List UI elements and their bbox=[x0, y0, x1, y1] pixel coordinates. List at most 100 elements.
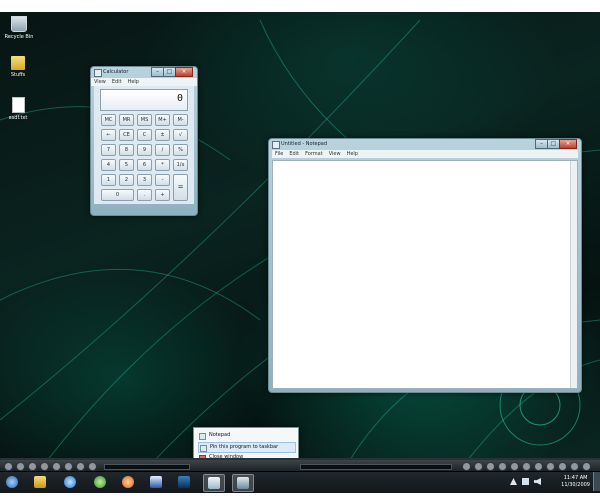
volume-track[interactable] bbox=[300, 464, 452, 470]
key-m-minus[interactable]: M- bbox=[173, 114, 188, 126]
desktop-icon-stuffs[interactable]: Stuffs bbox=[1, 56, 35, 78]
media-button-icon[interactable] bbox=[534, 462, 543, 471]
text-file-icon bbox=[11, 97, 25, 113]
key-sqrt[interactable]: √ bbox=[173, 129, 188, 141]
desktop-icon-label: asdf.txt bbox=[8, 115, 28, 121]
show-desktop-button[interactable] bbox=[593, 472, 600, 491]
calculator-title: Calculator bbox=[103, 69, 129, 75]
key-m-plus[interactable]: M+ bbox=[155, 114, 170, 126]
close-button[interactable]: × bbox=[559, 139, 577, 149]
media-button-icon[interactable] bbox=[76, 462, 85, 471]
media-button-icon[interactable] bbox=[52, 462, 61, 471]
menu-file[interactable]: File bbox=[275, 150, 283, 158]
key-backspace[interactable]: ← bbox=[101, 129, 116, 141]
key-ce[interactable]: CE bbox=[119, 129, 134, 141]
key-1[interactable]: 1 bbox=[101, 174, 116, 186]
media-button-icon[interactable] bbox=[570, 462, 579, 471]
key-minus[interactable]: - bbox=[155, 174, 170, 186]
media-button-icon[interactable] bbox=[88, 462, 97, 471]
close-button[interactable]: × bbox=[175, 67, 193, 77]
key-negate[interactable]: ± bbox=[155, 129, 170, 141]
key-divide[interactable]: / bbox=[155, 144, 170, 156]
media-button-icon[interactable] bbox=[28, 462, 37, 471]
key-ms[interactable]: MS bbox=[137, 114, 152, 126]
menu-view[interactable]: View bbox=[94, 78, 106, 86]
notepad-window[interactable]: Untitled - Notepad – □ × File Edit Forma… bbox=[268, 138, 582, 393]
start-orb-icon bbox=[6, 476, 18, 488]
media-button-icon[interactable] bbox=[582, 462, 591, 471]
calculator-icon bbox=[94, 69, 102, 77]
key-percent[interactable]: % bbox=[173, 144, 188, 156]
taskbar-word[interactable] bbox=[146, 474, 166, 490]
photoshop-icon bbox=[178, 476, 190, 488]
notepad-icon bbox=[199, 433, 206, 440]
media-button-icon[interactable] bbox=[462, 462, 471, 471]
start-button[interactable] bbox=[2, 474, 22, 490]
key-2[interactable]: 2 bbox=[119, 174, 134, 186]
action-center-icon[interactable] bbox=[510, 478, 517, 485]
key-7[interactable]: 7 bbox=[101, 144, 116, 156]
key-0[interactable]: 0 bbox=[101, 189, 134, 201]
taskbar-internet-explorer[interactable] bbox=[60, 474, 80, 490]
jumplist-item-pin[interactable]: Pin this program to taskbar bbox=[198, 442, 296, 453]
media-button-icon[interactable] bbox=[486, 462, 495, 471]
key-c[interactable]: C bbox=[137, 129, 152, 141]
media-player-icon bbox=[122, 476, 134, 488]
jumplist-item-notepad[interactable]: Notepad bbox=[198, 431, 294, 440]
key-9[interactable]: 9 bbox=[137, 144, 152, 156]
menu-help[interactable]: Help bbox=[128, 78, 139, 86]
key-multiply[interactable]: * bbox=[155, 159, 170, 171]
key-mc[interactable]: MC bbox=[101, 114, 116, 126]
taskbar-calculator[interactable] bbox=[232, 474, 254, 492]
key-4[interactable]: 4 bbox=[101, 159, 116, 171]
key-mr[interactable]: MR bbox=[119, 114, 134, 126]
media-button-icon[interactable] bbox=[522, 462, 531, 471]
key-8[interactable]: 8 bbox=[119, 144, 134, 156]
media-button-icon[interactable] bbox=[474, 462, 483, 471]
taskbar-notepad[interactable] bbox=[203, 474, 225, 492]
desktop-icon-recycle-bin[interactable]: Recycle Bin bbox=[2, 16, 36, 40]
notepad-icon bbox=[272, 141, 280, 149]
notepad-text-area[interactable] bbox=[272, 160, 578, 389]
calculator-titlebar[interactable]: Calculator – □ × bbox=[91, 67, 197, 78]
media-player-strip bbox=[0, 460, 600, 472]
calculator-menubar: View Edit Help bbox=[91, 78, 197, 86]
folder-icon bbox=[11, 56, 25, 70]
network-icon[interactable] bbox=[522, 478, 529, 485]
key-equals[interactable]: = bbox=[173, 174, 188, 201]
menu-edit[interactable]: Edit bbox=[112, 78, 122, 86]
calculator-window[interactable]: Calculator – □ × View Edit Help 0 MC MR … bbox=[90, 66, 198, 216]
key-decimal[interactable]: . bbox=[137, 189, 152, 201]
menu-format[interactable]: Format bbox=[305, 150, 323, 158]
menu-view[interactable]: View bbox=[329, 150, 341, 158]
media-button-icon[interactable] bbox=[558, 462, 567, 471]
media-button-icon[interactable] bbox=[40, 462, 49, 471]
key-3[interactable]: 3 bbox=[137, 174, 152, 186]
internet-explorer-icon bbox=[64, 476, 76, 488]
desktop-icon-asdf[interactable]: asdf.txt bbox=[1, 97, 35, 121]
taskbar-media-player[interactable] bbox=[118, 474, 138, 490]
media-button-icon[interactable] bbox=[4, 462, 13, 471]
key-5[interactable]: 5 bbox=[119, 159, 134, 171]
media-button-icon[interactable] bbox=[64, 462, 73, 471]
key-plus[interactable]: + bbox=[155, 189, 170, 201]
media-button-icon[interactable] bbox=[498, 462, 507, 471]
vertical-scrollbar[interactable] bbox=[570, 161, 577, 388]
taskbar-messenger[interactable] bbox=[90, 474, 110, 490]
menu-edit[interactable]: Edit bbox=[289, 150, 299, 158]
media-button-icon[interactable] bbox=[546, 462, 555, 471]
volume-icon[interactable] bbox=[534, 478, 541, 485]
desktop: Recycle Bin Stuffs asdf.txt Calculator –… bbox=[0, 0, 600, 498]
media-button-icon[interactable] bbox=[16, 462, 25, 471]
seek-bar[interactable] bbox=[104, 464, 190, 470]
frame-top bbox=[0, 0, 600, 12]
folder-icon bbox=[34, 476, 46, 488]
key-reciprocal[interactable]: 1/x bbox=[173, 159, 188, 171]
notepad-titlebar[interactable]: Untitled - Notepad – □ × bbox=[269, 139, 581, 150]
system-clock[interactable]: 11:47 AM 11/30/2009 bbox=[561, 475, 590, 489]
menu-help[interactable]: Help bbox=[347, 150, 358, 158]
taskbar-explorer[interactable] bbox=[30, 474, 50, 490]
key-6[interactable]: 6 bbox=[137, 159, 152, 171]
media-button-icon[interactable] bbox=[510, 462, 519, 471]
taskbar-photoshop[interactable] bbox=[174, 474, 194, 490]
